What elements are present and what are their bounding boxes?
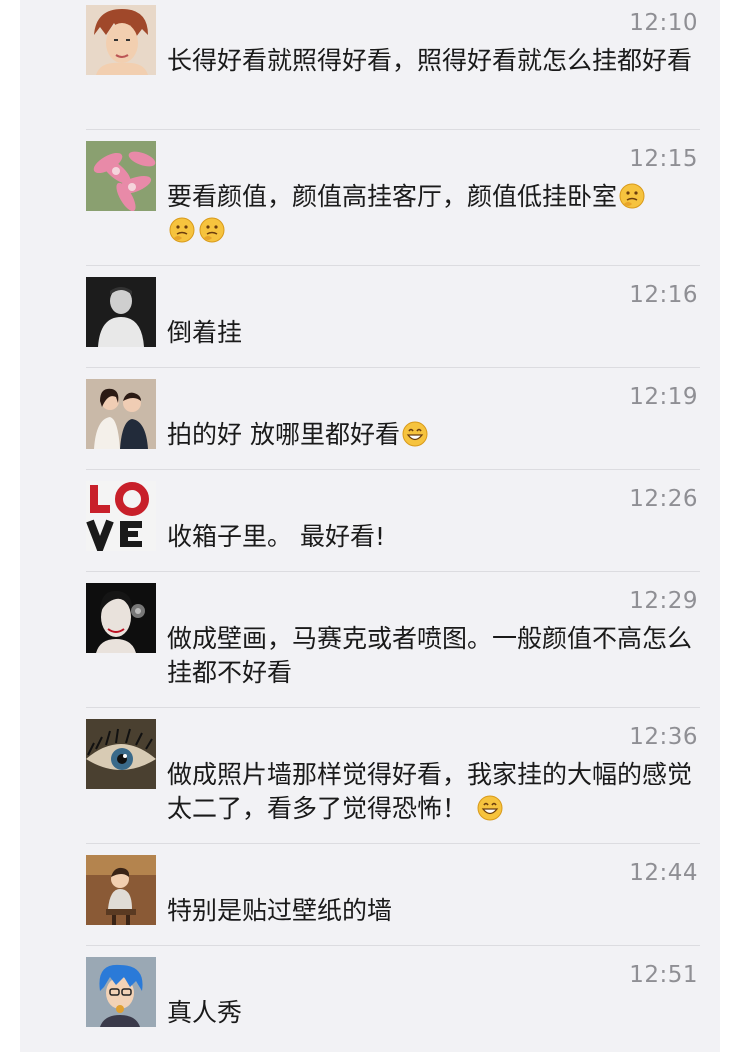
divider bbox=[86, 707, 700, 708]
comment-text: 真人秀 bbox=[167, 998, 243, 1027]
divider bbox=[86, 571, 700, 572]
divider bbox=[86, 129, 700, 130]
comment-text: 收箱子里。 最好看! bbox=[167, 522, 385, 551]
comment-time: 12:19 bbox=[629, 384, 698, 410]
comment-text: 特别是贴过壁纸的墙 bbox=[167, 896, 393, 925]
comment-text: 做成照片墙那样觉得好看，我家挂的大幅的感觉太二了，看多了觉得恐怖！ bbox=[167, 758, 707, 826]
avatar[interactable] bbox=[86, 719, 156, 789]
comment-text: 倒着挂 bbox=[167, 318, 243, 347]
thinking-emoji-icon bbox=[169, 217, 195, 243]
comment-text: 要看颜值，颜值高挂客厅，颜值低挂卧室 bbox=[167, 180, 707, 248]
comment-text: 做成壁画，马赛克或者喷图。一般颜值不高怎么挂都不好看 bbox=[167, 624, 693, 687]
divider bbox=[86, 265, 700, 266]
avatar[interactable] bbox=[86, 957, 156, 1027]
comment-time: 12:15 bbox=[629, 146, 698, 172]
eye-closeup-avatar-icon bbox=[86, 719, 156, 789]
love-letters-avatar-icon bbox=[86, 481, 156, 551]
lily-flower-avatar-icon bbox=[86, 141, 156, 211]
comment-time: 12:10 bbox=[629, 10, 698, 36]
comment-time: 12:29 bbox=[629, 588, 698, 614]
blue-hair-avatar-icon bbox=[86, 957, 156, 1027]
grinning-emoji-icon bbox=[477, 795, 503, 821]
comment-text-body: 要看颜值，颜值高挂客厅，颜值低挂卧室 bbox=[167, 182, 618, 211]
divider bbox=[86, 367, 700, 368]
avatar[interactable] bbox=[86, 277, 156, 347]
avatar[interactable] bbox=[86, 583, 156, 653]
avatar[interactable] bbox=[86, 481, 156, 551]
child-photo-avatar-icon bbox=[86, 855, 156, 925]
grinning-emoji-icon bbox=[402, 421, 428, 447]
avatar[interactable] bbox=[86, 141, 156, 211]
comment-text-body: 拍的好 放哪里都好看 bbox=[167, 420, 400, 449]
woman-mask-avatar-icon bbox=[86, 583, 156, 653]
avatar[interactable] bbox=[86, 5, 156, 75]
divider bbox=[86, 945, 700, 946]
anime-boy-avatar-icon bbox=[86, 5, 156, 75]
avatar[interactable] bbox=[86, 379, 156, 449]
divider bbox=[86, 469, 700, 470]
comment-time: 12:36 bbox=[629, 724, 698, 750]
comment-list: 12:10 长得好看就照得好看，照得好看就怎么挂都好看 12:15 要看颜值，颜… bbox=[20, 0, 720, 1052]
divider bbox=[86, 843, 700, 844]
couple-photo-avatar-icon bbox=[86, 379, 156, 449]
comment-time: 12:44 bbox=[629, 860, 698, 886]
comment-text: 拍的好 放哪里都好看 bbox=[167, 418, 707, 452]
comment-time: 12:16 bbox=[629, 282, 698, 308]
comment-text: 长得好看就照得好看，照得好看就怎么挂都好看 bbox=[167, 46, 693, 75]
comment-time: 12:51 bbox=[629, 962, 698, 988]
comment-text-body: 做成照片墙那样觉得好看，我家挂的大幅的感觉太二了，看多了觉得恐怖！ bbox=[167, 760, 693, 823]
thinking-emoji-icon bbox=[199, 217, 225, 243]
thinking-emoji-icon bbox=[619, 183, 645, 209]
man-portrait-avatar-icon bbox=[86, 277, 156, 347]
avatar[interactable] bbox=[86, 855, 156, 925]
comment-time: 12:26 bbox=[629, 486, 698, 512]
